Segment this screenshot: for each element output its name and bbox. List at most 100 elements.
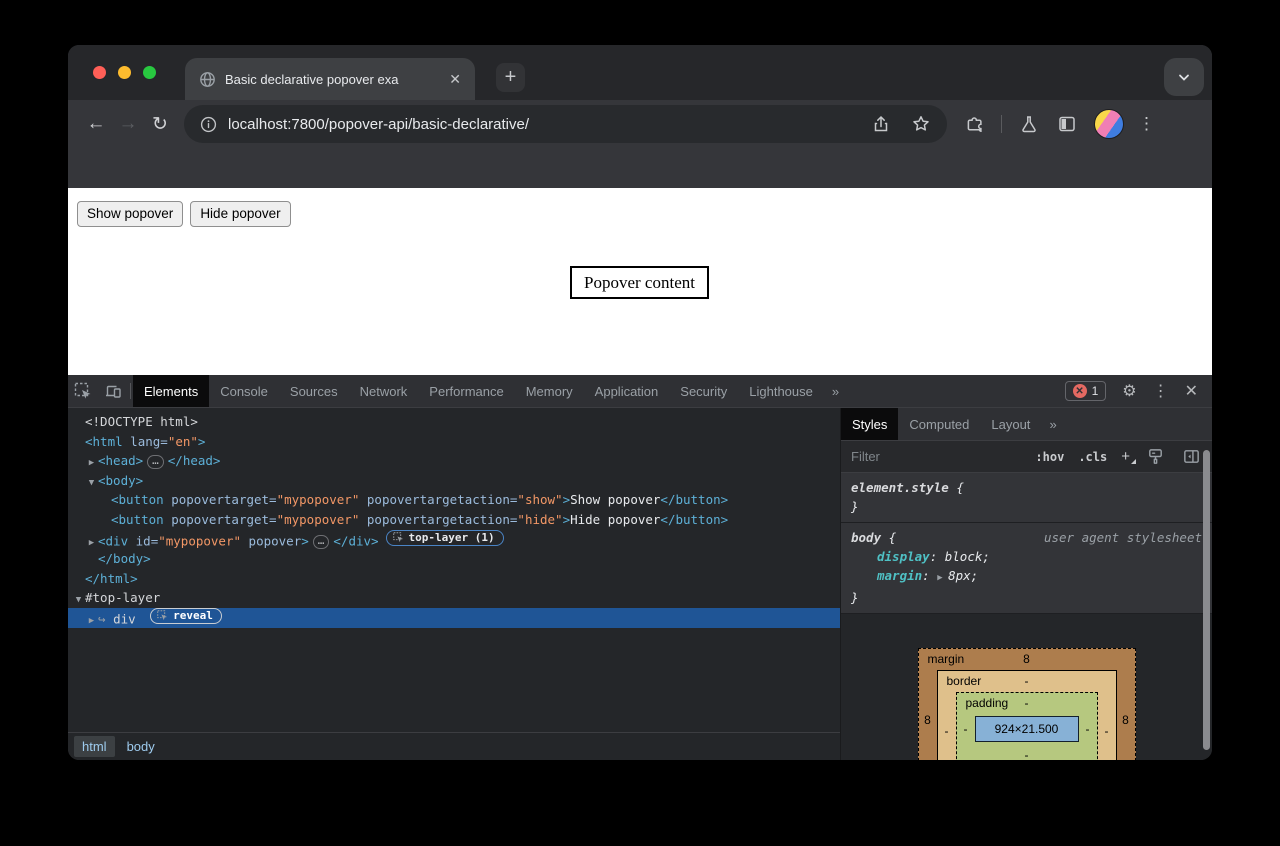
rule-selector[interactable]: element.style <box>851 480 949 495</box>
sidebar-tab-computed[interactable]: Computed <box>898 408 980 440</box>
code-value: "mypopover" <box>158 533 241 548</box>
code-attr: popovertargetaction <box>359 512 510 527</box>
class-toggle[interactable]: .cls <box>1078 450 1107 464</box>
tree-row[interactable]: <button popovertarget="mypopover" popove… <box>68 490 840 510</box>
twisty-expanded-icon[interactable]: ▼ <box>85 474 98 494</box>
code-tag: </div> <box>333 533 378 548</box>
devtools-tab-performance[interactable]: Performance <box>418 375 514 407</box>
tree-row[interactable]: ▼#top-layer <box>68 588 840 608</box>
box-model-content[interactable]: 924×21.500 <box>975 716 1079 742</box>
tree-row[interactable]: <!DOCTYPE html> <box>68 412 840 432</box>
side-panel-icon[interactable] <box>1056 113 1078 135</box>
tab-close-icon[interactable]: ✕ <box>445 69 465 90</box>
devtools-tab-lighthouse[interactable]: Lighthouse <box>738 375 824 407</box>
share-icon[interactable] <box>871 114 891 134</box>
code-value: "en" <box>168 434 198 449</box>
styles-scrollbar-thumb[interactable] <box>1203 450 1210 750</box>
devtools-tab-elements[interactable]: Elements <box>133 375 209 407</box>
box-model-diagram[interactable]: margin 8 8 border - <box>841 648 1212 760</box>
devtools-settings-gear-icon[interactable]: ⚙ <box>1114 381 1144 401</box>
tree-row[interactable]: </html> <box>68 569 840 589</box>
code-plain: <!DOCTYPE html> <box>85 414 198 429</box>
code-plain: #top-layer <box>85 590 160 605</box>
devtools-tab-security[interactable]: Security <box>669 375 738 407</box>
devtools-menu-kebab-icon[interactable]: ⋮ <box>1145 381 1177 401</box>
toggle-sidebar-icon[interactable] <box>1182 447 1202 467</box>
tree-row[interactable]: ▶<head>…</head> <box>68 451 840 471</box>
css-property[interactable]: display: block; <box>851 547 1202 566</box>
devtools-tab-console[interactable]: Console <box>209 375 279 407</box>
code-tag: > <box>563 492 571 507</box>
code-tag: <button <box>111 492 164 507</box>
styles-filter-input[interactable]: Filter <box>851 449 1021 464</box>
new-tab-button[interactable]: + <box>496 63 525 92</box>
popover-content-box: Popover content <box>570 266 709 299</box>
browser-tab[interactable]: Basic declarative popover exa ✕ <box>185 58 475 100</box>
tree-row[interactable]: <html lang="en"> <box>68 432 840 452</box>
browser-toolbar: ← → ↻ localhost:7800/popover-api/basic-d… <box>68 100 1212 188</box>
twisty-collapsed-icon[interactable]: ▶ <box>85 612 98 632</box>
code-value: "show" <box>517 492 562 507</box>
box-model-padding[interactable]: padding - - 924×21.500 - <box>956 692 1098 760</box>
rendering-emulation-icon[interactable] <box>1146 447 1166 467</box>
code-attr: popovertargetaction <box>359 492 510 507</box>
expand-shorthand-icon[interactable]: ▶ <box>937 573 948 583</box>
globe-favicon-icon <box>199 71 216 88</box>
minimize-window-button[interactable] <box>118 66 131 79</box>
close-window-button[interactable] <box>93 66 106 79</box>
bookmark-star-icon[interactable] <box>911 114 931 134</box>
web-page-viewport: Show popover Hide popover Popover conten… <box>68 188 1212 375</box>
rule-selector[interactable]: body <box>851 530 881 545</box>
devtools-tab-memory[interactable]: Memory <box>515 375 584 407</box>
tree-row[interactable]: <button popovertarget="mypopover" popove… <box>68 510 840 530</box>
tab-search-button[interactable] <box>1164 58 1204 96</box>
browser-menu-kebab-icon[interactable]: ⋮ <box>1138 114 1155 134</box>
adorner-badge[interactable]: reveal <box>150 608 222 624</box>
device-toolbar-icon[interactable] <box>98 375 128 407</box>
extensions-icon[interactable] <box>963 113 985 135</box>
sidebar-tab-layout[interactable]: Layout <box>980 408 1041 440</box>
breadcrumb-html[interactable]: html <box>74 736 115 757</box>
sidebar-tab-styles[interactable]: Styles <box>841 408 898 440</box>
pseudo-state-toggle[interactable]: :hov <box>1035 450 1064 464</box>
fullscreen-window-button[interactable] <box>143 66 156 79</box>
show-popover-button[interactable]: Show popover <box>77 201 183 227</box>
back-button[interactable]: ← <box>80 108 112 140</box>
tree-row[interactable]: </body> <box>68 549 840 569</box>
experiments-flask-icon[interactable] <box>1018 113 1040 135</box>
error-count-badge[interactable]: ✕ 1 <box>1065 381 1107 401</box>
new-style-rule-button[interactable]: + <box>1121 448 1130 465</box>
devtools-tab-network[interactable]: Network <box>349 375 419 407</box>
more-tabs-chevron-icon[interactable]: » <box>824 375 847 407</box>
devtools-tab-sources[interactable]: Sources <box>279 375 349 407</box>
code-tag: <button <box>111 512 164 527</box>
url-text[interactable]: localhost:7800/popover-api/basic-declara… <box>228 116 851 133</box>
code-attr: popover <box>241 533 301 548</box>
twisty-expanded-icon[interactable]: ▼ <box>72 591 85 611</box>
collapsed-content-ellipsis[interactable]: … <box>313 535 330 549</box>
devtools-close-icon[interactable]: ✕ <box>1177 381 1206 401</box>
address-bar[interactable]: localhost:7800/popover-api/basic-declara… <box>184 105 947 143</box>
reload-button[interactable]: ↻ <box>144 108 176 140</box>
breadcrumb-body[interactable]: body <box>119 736 163 757</box>
code-tag: </button> <box>660 512 728 527</box>
tree-row[interactable]: ▼<body> <box>68 471 840 491</box>
forward-button[interactable]: → <box>112 108 144 140</box>
styles-sidebar: StylesComputedLayout» Filter :hov .cls +… <box>840 408 1212 760</box>
adorner-badge[interactable]: top-layer (1) <box>386 530 504 546</box>
box-model-border[interactable]: border - - padding - <box>937 670 1117 760</box>
more-sidebar-tabs-chevron-icon[interactable]: » <box>1041 408 1064 440</box>
style-rule[interactable]: element.style {} <box>841 473 1212 523</box>
tree-row[interactable]: ▶<div id="mypopover" popover>…</div>top-… <box>68 530 840 550</box>
profile-avatar[interactable] <box>1094 109 1124 139</box>
site-info-icon[interactable] <box>200 116 217 133</box>
box-model-margin[interactable]: margin 8 8 border - <box>918 648 1136 760</box>
inspect-element-icon[interactable] <box>68 375 98 407</box>
hide-popover-button[interactable]: Hide popover <box>190 201 290 227</box>
code-value: "hide" <box>517 512 562 527</box>
css-property[interactable]: margin: ▶ 8px; <box>851 566 1202 588</box>
devtools-tab-application[interactable]: Application <box>584 375 670 407</box>
style-rule[interactable]: body {user agent stylesheetdisplay: bloc… <box>841 523 1212 614</box>
collapsed-content-ellipsis[interactable]: … <box>147 455 164 469</box>
tree-row[interactable]: ▶↪ div reveal <box>68 608 840 628</box>
